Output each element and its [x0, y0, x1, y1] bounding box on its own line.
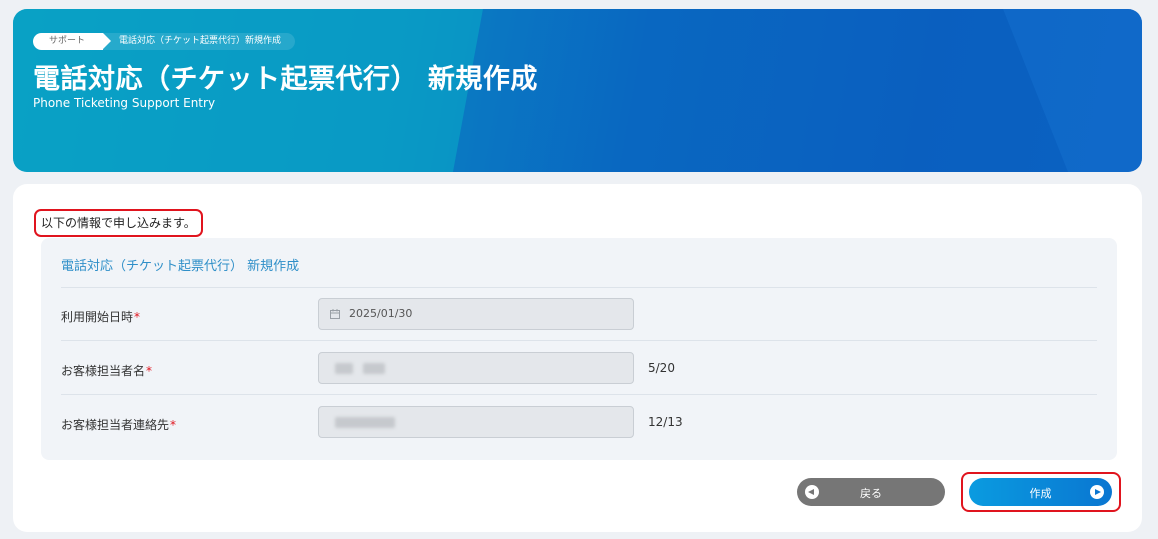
required-mark: *	[134, 310, 141, 324]
obscured-text	[335, 417, 395, 428]
start-date-label: 利用開始日時*	[61, 308, 140, 325]
contact-info-label-text: お客様担当者連絡先	[61, 418, 170, 432]
header-banner: サポート 電話対応（チケット起票代行）新規作成 電話対応（チケット起票代行） 新…	[13, 9, 1142, 172]
divider	[61, 340, 1097, 341]
form-panel: 電話対応（チケット起票代行） 新規作成 利用開始日時* 2025/01/30 お…	[41, 238, 1117, 460]
calendar-icon	[330, 309, 340, 319]
back-button[interactable]: 戻る	[797, 478, 945, 506]
start-date-field[interactable]: 2025/01/30	[318, 298, 634, 330]
obscured-text	[335, 363, 353, 374]
page-title: 電話対応（チケット起票代行） 新規作成	[33, 64, 538, 95]
divider	[61, 394, 1097, 395]
page-subtitle: Phone Ticketing Support Entry	[33, 96, 216, 110]
breadcrumb: サポート 電話対応（チケット起票代行）新規作成	[33, 33, 296, 50]
contact-name-label: お客様担当者名*	[61, 362, 152, 379]
main-card: 以下の情報で申し込みます。 電話対応（チケット起票代行） 新規作成 利用開始日時…	[13, 184, 1142, 532]
divider	[61, 287, 1097, 288]
contact-name-label-text: お客様担当者名	[61, 364, 146, 378]
arrow-right-icon	[1090, 485, 1104, 499]
section-title: 電話対応（チケット起票代行） 新規作成	[61, 259, 300, 274]
intro-text: 以下の情報で申し込みます。	[34, 209, 203, 237]
breadcrumb-current: 電話対応（チケット起票代行）新規作成	[103, 33, 296, 50]
contact-info-field[interactable]	[318, 406, 634, 438]
contact-name-field[interactable]	[318, 352, 634, 384]
start-date-label-text: 利用開始日時	[61, 310, 134, 324]
obscured-text	[363, 363, 385, 374]
required-mark: *	[170, 418, 177, 432]
contact-info-label: お客様担当者連絡先*	[61, 416, 176, 433]
contact-name-counter: 5/20	[648, 361, 675, 375]
create-button[interactable]: 作成	[969, 478, 1112, 506]
breadcrumb-home-link[interactable]: サポート	[33, 33, 112, 50]
start-date-value: 2025/01/30	[349, 307, 413, 320]
create-button-highlight: 作成	[961, 472, 1121, 512]
required-mark: *	[146, 364, 153, 378]
contact-info-counter: 12/13	[648, 415, 683, 429]
back-button-label: 戻る	[860, 487, 882, 500]
